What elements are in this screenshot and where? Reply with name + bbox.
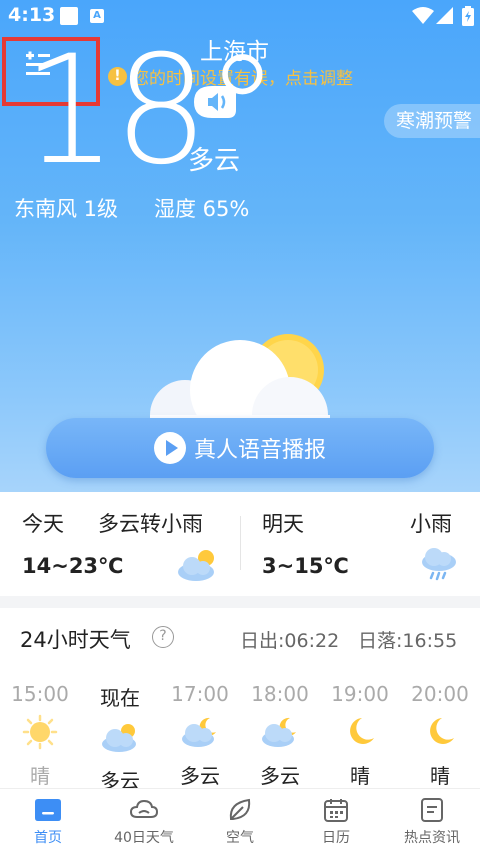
nav-label: 热点资讯 (404, 830, 460, 846)
cloudy-sun-icon (178, 550, 214, 581)
signal-icon (436, 7, 453, 24)
cloud-icon (129, 799, 159, 818)
hour-item: 18:00 多云 (240, 682, 320, 789)
nav-label: 日历 (322, 830, 350, 846)
speaker-icon[interactable] (190, 84, 240, 120)
light-rain-icon (422, 548, 456, 581)
nav-40day[interactable]: 40日天气 (96, 789, 192, 852)
hour-condition: 多云 (180, 764, 220, 788)
home-icon (35, 799, 61, 821)
hour-time: 19:00 (331, 682, 389, 706)
nav-label: 空气 (226, 830, 254, 846)
play-icon (153, 432, 186, 464)
calendar-icon (324, 799, 348, 822)
app-badge-icon: A (90, 9, 104, 23)
hour-time: 现在 (100, 686, 140, 710)
nav-label: 40日天气 (114, 830, 174, 846)
sunset-time: 日落:16:55 (358, 630, 458, 652)
voice-broadcast-label: 真人语音播报 (193, 438, 326, 463)
nav-label: 首页 (34, 830, 62, 846)
status-time: 4:13 (8, 4, 56, 26)
cloudy-sun-icon (102, 724, 136, 752)
nav-news[interactable]: 热点资讯 (384, 789, 480, 852)
hour-item: 现在 多云 (80, 682, 160, 794)
weather-hero: 4:13 A 上海市 ! 您的时间设置有误，点击调整 18° 多云 东南风 1级 (0, 0, 480, 492)
wind-info: 东南风 1级 (14, 197, 119, 221)
notification-icon (60, 7, 78, 25)
hour-time: 17:00 (171, 682, 229, 706)
hour-item: 17:00 多云 (160, 682, 240, 789)
hour-item: 20:00 晴 (400, 682, 480, 789)
voice-broadcast-button[interactable]: 真人语音播报 (46, 418, 434, 478)
nav-calendar[interactable]: 日历 (288, 789, 384, 852)
hour-item: 15:00 晴 (0, 682, 80, 789)
cold-wave-alert-badge[interactable]: 寒潮预警 (384, 104, 480, 138)
hour-condition: 晴 (350, 764, 370, 788)
forecast-condition: 小雨 (410, 512, 452, 536)
hour-time: 20:00 (411, 682, 469, 706)
bottom-nav: 首页 40日天气 空气 日历 热点资讯 (0, 788, 480, 852)
hour-item: 19:00 晴 (320, 682, 400, 789)
forecast-day: 今天 (22, 512, 64, 536)
cloudy-moon-icon (182, 717, 216, 747)
forecast-day: 明天 (262, 512, 304, 536)
nav-home[interactable]: 首页 (0, 789, 96, 852)
hour-time: 18:00 (251, 682, 309, 706)
current-condition: 多云 (188, 146, 241, 176)
hour-condition: 多云 (260, 764, 300, 788)
help-icon[interactable]: ? (152, 626, 174, 648)
section-gap (0, 596, 480, 608)
forecast-range: 14~23℃ (22, 554, 124, 578)
sun-icon (22, 714, 58, 750)
leaf-icon (229, 798, 251, 820)
forecast-range: 3~15℃ (262, 554, 349, 578)
hour-time: 15:00 (11, 682, 69, 706)
moon-icon (430, 718, 454, 744)
forecast-divider (240, 516, 241, 570)
wifi-icon (412, 7, 434, 24)
forecast-condition: 多云转小雨 (98, 512, 203, 536)
cloudy-moon-icon (262, 717, 296, 747)
humidity-info: 湿度 65% (154, 197, 250, 221)
battery-icon (462, 6, 474, 26)
hour-condition: 晴 (430, 764, 450, 788)
moon-icon (350, 718, 374, 744)
sunrise-time: 日出:06:22 (240, 630, 340, 652)
hourly-title: 24小时天气 (20, 628, 131, 652)
hour-condition: 晴 (30, 764, 50, 788)
nav-air[interactable]: 空气 (192, 789, 288, 852)
news-icon (421, 798, 443, 822)
